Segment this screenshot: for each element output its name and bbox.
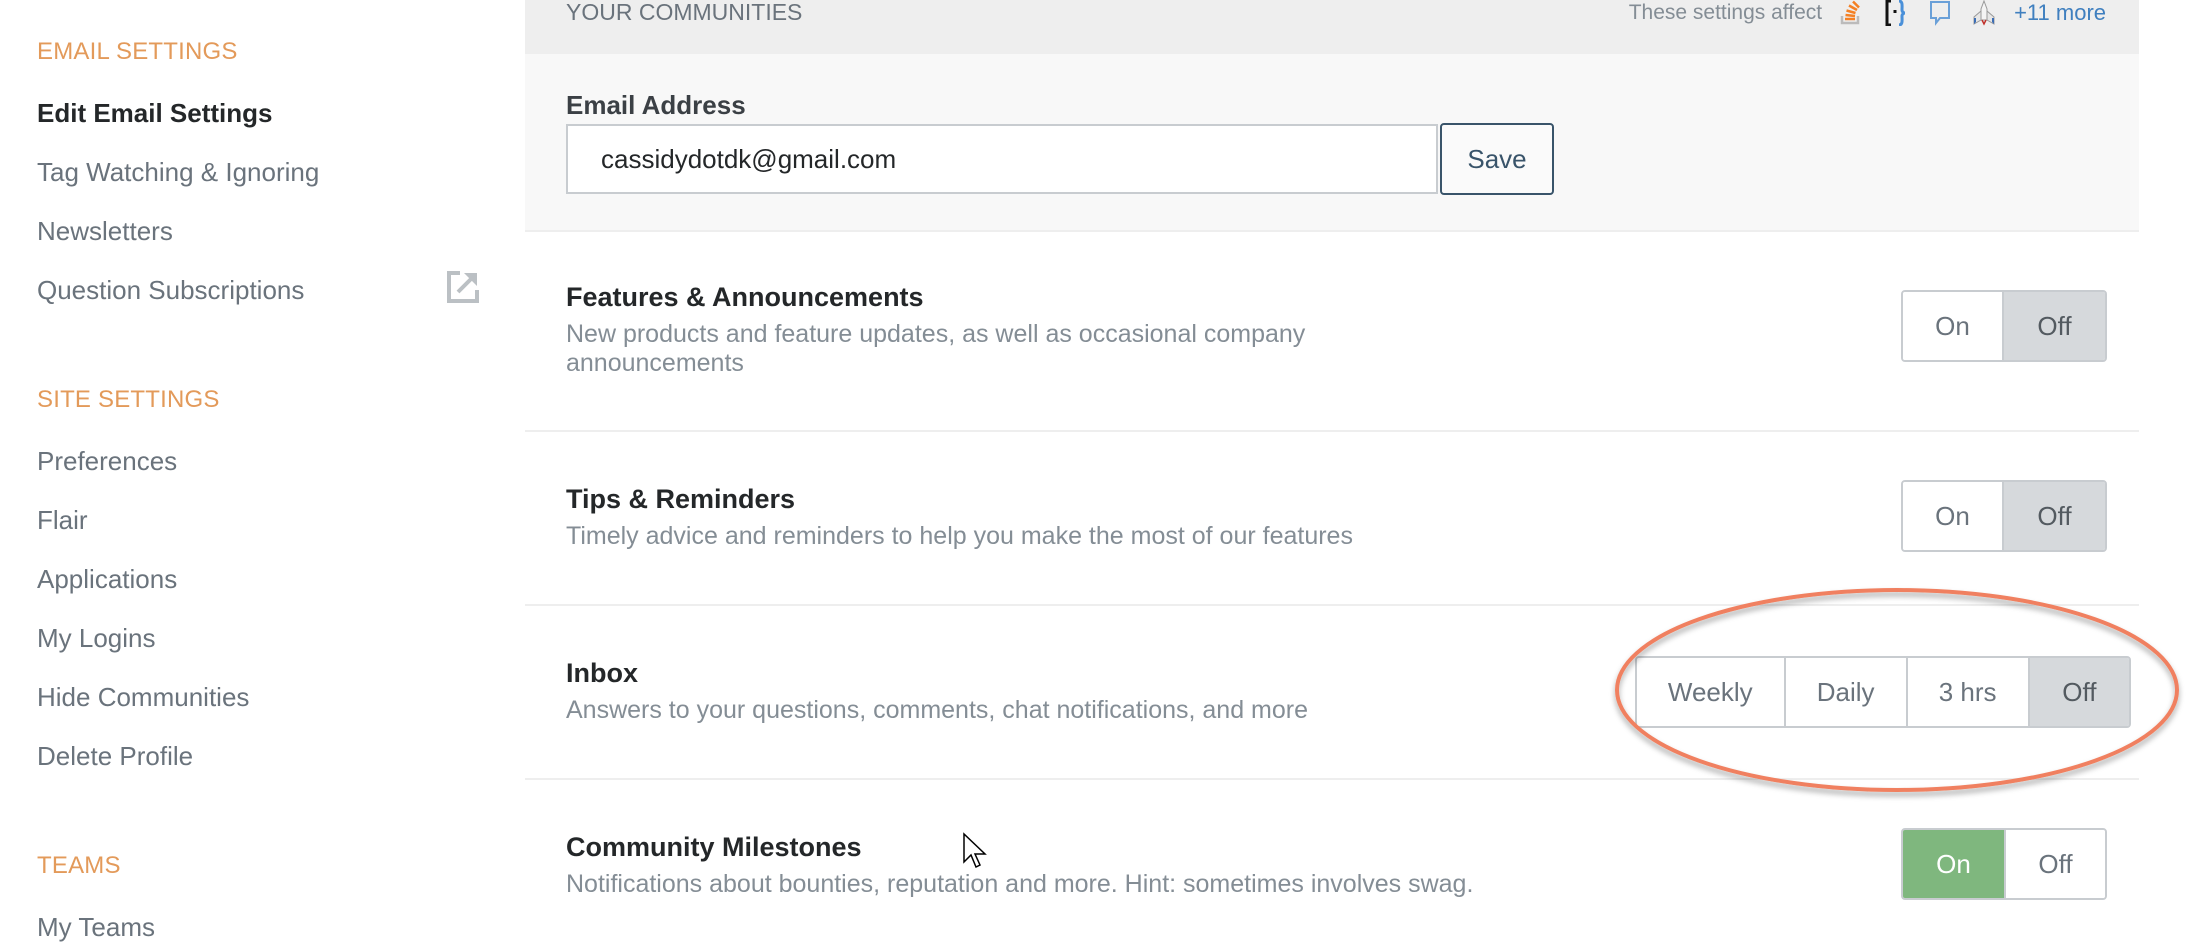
email-settings-panel: YOUR COMMUNITIES These settings affect +… — [525, 0, 2139, 934]
setting-description: New products and feature updates, as wel… — [566, 320, 1306, 377]
features-on-button[interactable]: On — [1903, 292, 2005, 360]
setting-title: Features & Announcements — [566, 282, 924, 312]
sidebar-item-newsletters[interactable]: Newsletters — [37, 216, 173, 247]
features-toggle: On Off — [1901, 290, 2107, 362]
sidebar-item-flair[interactable]: Flair — [37, 505, 88, 536]
sidebar-heading-teams: TEAMS — [37, 852, 121, 879]
setting-description: Notifications about bounties, reputation… — [566, 870, 1474, 898]
sidebar-item-applications[interactable]: Applications — [37, 564, 177, 595]
more-sites-link[interactable]: +11 more — [2014, 0, 2106, 26]
rocket-ship-icon[interactable] — [1970, 0, 1998, 26]
sidebar-item-edit-email-settings[interactable]: Edit Email Settings — [37, 98, 273, 129]
setting-title: Community Milestones — [566, 832, 862, 862]
setting-title: Tips & Reminders — [566, 484, 796, 514]
sidebar-item-preferences[interactable]: Preferences — [37, 446, 177, 477]
tips-toggle: On Off — [1901, 480, 2107, 552]
setting-description: Timely advice and reminders to help you … — [566, 522, 1353, 550]
affect-label: These settings affect — [1628, 1, 1823, 24]
setting-row-tips: Tips & Reminders Timely advice and remin… — [525, 432, 2139, 606]
settings-sidebar: EMAIL SETTINGS Edit Email Settings Tag W… — [0, 0, 500, 942]
email-address-section: Email Address Save — [525, 54, 2139, 232]
mouse-cursor-icon — [963, 832, 987, 869]
features-off-button[interactable]: Off — [2004, 292, 2105, 360]
sidebar-item-my-logins[interactable]: My Logins — [37, 623, 156, 654]
sidebar-heading-email-settings: EMAIL SETTINGS — [37, 38, 238, 65]
email-address-label: Email Address — [566, 90, 746, 120]
email-address-input[interactable] — [566, 124, 1438, 194]
milestones-on-button[interactable]: On — [1903, 830, 2006, 898]
affected-sites: These settings affect +11 more — [1629, 0, 2106, 26]
setting-title: Inbox — [566, 658, 638, 688]
communities-header: YOUR COMMUNITIES These settings affect +… — [525, 0, 2139, 54]
setting-row-features: Features & Announcements New products an… — [525, 232, 2139, 432]
setting-row-inbox: Inbox Answers to your questions, comment… — [525, 606, 2139, 780]
setting-description: Answers to your questions, comments, cha… — [566, 696, 1309, 724]
stack-overflow-icon[interactable] — [1838, 0, 1866, 26]
tips-on-button[interactable]: On — [1903, 482, 2005, 550]
external-link-icon[interactable] — [446, 270, 480, 304]
sidebar-item-tag-watching[interactable]: Tag Watching & Ignoring — [37, 157, 319, 188]
inbox-daily-button[interactable]: Daily — [1785, 658, 1908, 726]
tips-off-button[interactable]: Off — [2004, 482, 2105, 550]
meta-brackets-icon[interactable] — [1882, 0, 1910, 26]
sidebar-item-question-subscriptions[interactable]: Question Subscriptions — [37, 275, 304, 306]
sidebar-item-delete-profile[interactable]: Delete Profile — [37, 741, 193, 772]
sidebar-heading-site-settings: SITE SETTINGS — [37, 386, 220, 413]
inbox-off-button[interactable]: Off — [2029, 658, 2129, 726]
sidebar-item-hide-communities[interactable]: Hide Communities — [37, 682, 249, 713]
inbox-3hrs-button[interactable]: 3 hrs — [1907, 658, 2030, 726]
communities-title: YOUR COMMUNITIES — [566, 0, 803, 25]
milestones-off-button[interactable]: Off — [2005, 830, 2105, 898]
inbox-frequency-selector: Weekly Daily 3 hrs Off — [1635, 656, 2131, 728]
setting-row-milestones: Community Milestones Notifications about… — [525, 780, 2139, 950]
save-email-button[interactable]: Save — [1440, 123, 1554, 195]
sidebar-item-my-teams[interactable]: My Teams — [37, 912, 155, 943]
milestones-toggle: On Off — [1901, 828, 2107, 900]
inbox-weekly-button[interactable]: Weekly — [1637, 658, 1786, 726]
chat-bubble-icon[interactable] — [1926, 0, 1954, 26]
